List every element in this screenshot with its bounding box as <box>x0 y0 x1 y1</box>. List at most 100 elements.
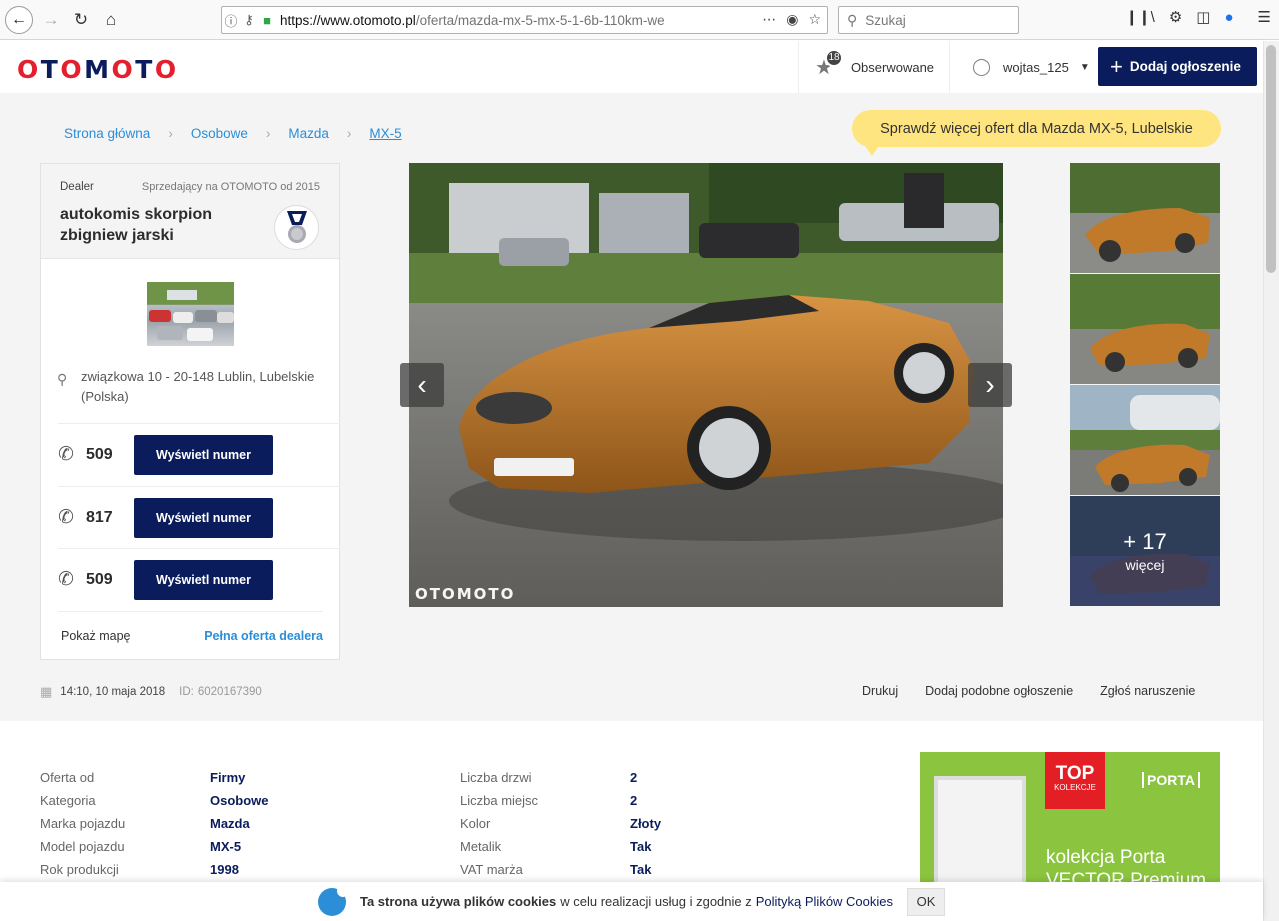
more-photos-label: więcej <box>1125 557 1165 573</box>
kolekcje-label: KOLEKCJE <box>1054 783 1096 792</box>
library-icon[interactable]: ❙❙\ <box>1126 8 1155 26</box>
porta-logo: PORTA <box>1142 772 1200 788</box>
search-placeholder: Szukaj <box>865 12 906 28</box>
params-right-values: 2 2 Złoty Tak Tak <box>630 766 661 881</box>
param-value: 2 <box>630 793 638 808</box>
site-logo[interactable]: OTOMOTO <box>17 55 179 84</box>
phone-icon: ✆ <box>58 507 74 528</box>
site-header: OTOMOTO ★ 18 Obserwowane ◯ wojtas_125 ▼ +… <box>0 41 1263 93</box>
breadcrumb-model[interactable]: MX-5 <box>369 126 401 141</box>
param-value[interactable]: Tak <box>630 858 661 881</box>
url-bar[interactable]: ⓘ ⚷ ■ https://www.otomoto.pl/oferta/mazd… <box>221 6 828 34</box>
page-actions-icon[interactable]: ⋯ <box>762 11 776 28</box>
url-host: https://www.otomoto.pl <box>280 12 416 28</box>
home-button[interactable]: ⌂ <box>96 5 126 35</box>
dealer-since: Sprzedający na OTOMOTO od 2015 <box>141 181 320 193</box>
location-pin-icon: ⚲ <box>57 371 68 387</box>
chevron-right-icon: › <box>168 126 173 141</box>
back-button[interactable]: ← <box>5 5 33 34</box>
ad-line-1: kolekcja Porta <box>1046 847 1166 868</box>
breadcrumb: Strona główna › Osobowe › Mazda › MX-5 <box>64 126 402 141</box>
medal-icon <box>274 205 319 250</box>
add-listing-button[interactable]: + Dodaj ogłoszenie <box>1098 47 1257 86</box>
phone-prefix: 509 <box>86 445 113 463</box>
show-number-button[interactable]: Wyświetl numer <box>134 497 273 538</box>
param-label: VAT marża <box>460 862 523 877</box>
print-link[interactable]: Drukuj <box>862 684 898 698</box>
ad-banner[interactable]: TOP KOLEKCJE PORTA kolekcja Porta VECTOR… <box>920 752 1220 892</box>
more-photos-count: + 17 <box>1123 529 1167 554</box>
show-map-link[interactable]: Pokaż mapę <box>61 629 130 643</box>
phone-prefix: 817 <box>86 508 113 526</box>
param-label: Liczba miejsc <box>460 793 539 808</box>
report-link[interactable]: Zgłoś naruszenie <box>1100 684 1195 698</box>
plus-icon: + <box>1110 53 1123 79</box>
param-value: 2 <box>630 770 638 785</box>
more-offers-tooltip[interactable]: Sprawdź więcej ofert dla Mazda MX-5, Lub… <box>852 110 1221 156</box>
sidebar-icon[interactable]: ◫ <box>1196 8 1210 26</box>
prev-photo-button[interactable]: ‹ <box>400 363 444 407</box>
param-label: Kolor <box>460 816 491 831</box>
cookie-policy-link[interactable]: Polityką Plików Cookies <box>756 894 893 909</box>
breadcrumb-make[interactable]: Mazda <box>288 126 329 141</box>
full-dealer-offer-link[interactable]: Pełna oferta dealera <box>204 629 323 643</box>
add-similar-link[interactable]: Dodaj podobne ogłoszenie <box>925 684 1073 698</box>
main-photo[interactable]: OTOMOTO <box>409 163 1003 607</box>
param-value[interactable]: 1998 <box>210 858 269 881</box>
menu-icon[interactable]: ☰ <box>1258 8 1271 26</box>
breadcrumb-home[interactable]: Strona główna <box>64 126 150 141</box>
show-number-button[interactable]: Wyświetl numer <box>134 434 273 475</box>
photo-thumbnail[interactable] <box>1070 385 1220 495</box>
extension-icon[interactable]: ⚙ <box>1169 8 1182 26</box>
phone-icon: ✆ <box>58 569 74 590</box>
param-value[interactable]: Mazda <box>210 812 269 835</box>
more-photos-button[interactable]: + 17 więcej <box>1070 496 1220 606</box>
param-label: Rok produkcji <box>40 862 119 877</box>
next-photo-button[interactable]: › <box>968 363 1012 407</box>
param-value[interactable]: Złoty <box>630 812 661 835</box>
drop-icon[interactable]: ● <box>1224 9 1233 26</box>
search-icon: ⚲ <box>847 11 858 28</box>
param-value[interactable]: Osobowe <box>210 789 269 812</box>
show-number-button[interactable]: Wyświetl numer <box>134 559 273 600</box>
photo-thumbnail[interactable] <box>1070 274 1220 384</box>
params-right-labels: Liczba drzwi Liczba miejsc Kolor Metalik… <box>460 766 538 881</box>
dealer-type-label: Dealer <box>60 181 94 193</box>
reload-button[interactable]: ↻ <box>66 5 96 35</box>
offer-id-label: ID: <box>179 686 194 698</box>
url-path: /oferta/mazda-mx-5-mx-5-1-6b-110km-we <box>415 12 665 28</box>
phone-icon: ✆ <box>58 444 74 465</box>
cookie-text: w celu realizacji usług i zgodnie z <box>560 894 752 909</box>
favorites-count-badge: 18 <box>825 48 843 67</box>
offer-id: 6020167390 <box>197 686 262 698</box>
favorites-link[interactable]: ★ 18 Obserwowane <box>798 41 948 93</box>
bookmark-star-icon[interactable]: ☆ <box>808 11 821 28</box>
dealer-name[interactable]: autokomis skorpion zbigniew jarski <box>60 204 250 246</box>
param-value[interactable]: MX-5 <box>210 835 269 858</box>
scrollbar-thumb[interactable] <box>1266 45 1276 273</box>
info-icon[interactable]: ⓘ <box>222 11 240 30</box>
browser-search-input[interactable]: ⚲ Szukaj <box>838 6 1019 34</box>
cookie-ok-button[interactable]: OK <box>907 887 946 916</box>
offer-date: 14:10, 10 maja 2018 <box>60 686 166 698</box>
breadcrumb-category[interactable]: Osobowe <box>191 126 248 141</box>
params-left-labels: Oferta od Kategoria Marka pojazdu Model … <box>40 766 125 881</box>
forward-button[interactable]: → <box>36 5 66 35</box>
photo-watermark: OTOMOTO <box>415 585 516 603</box>
photo-thumbnail[interactable] <box>1070 163 1220 273</box>
username: wojtas_125 <box>1003 59 1069 75</box>
star-icon: ★ 18 <box>815 48 843 80</box>
pocket-icon[interactable]: ◉ <box>786 11 798 28</box>
param-value[interactable]: Firmy <box>210 766 269 789</box>
user-menu[interactable]: ◯ wojtas_125 ▼ <box>949 41 1097 93</box>
param-label: Metalik <box>460 839 502 854</box>
dealer-photo[interactable] <box>147 282 234 346</box>
dealer-address: ⚲ związkowa 10 - 20-148 Lublin, Lubelski… <box>57 367 327 407</box>
param-value[interactable]: Tak <box>630 835 661 858</box>
phone-prefix: 509 <box>86 570 113 588</box>
offer-actions: Drukuj Dodaj podobne ogłoszenie Zgłoś na… <box>862 684 1195 698</box>
params-left-values: Firmy Osobowe Mazda MX-5 1998 <box>210 766 269 881</box>
add-listing-label: Dodaj ogłoszenie <box>1129 59 1241 74</box>
favorites-label: Obserwowane <box>850 59 935 75</box>
browser-toolbar: ← → ↻ ⌂ ⓘ ⚷ ■ https://www.otomoto.pl/ofe… <box>0 0 1279 40</box>
